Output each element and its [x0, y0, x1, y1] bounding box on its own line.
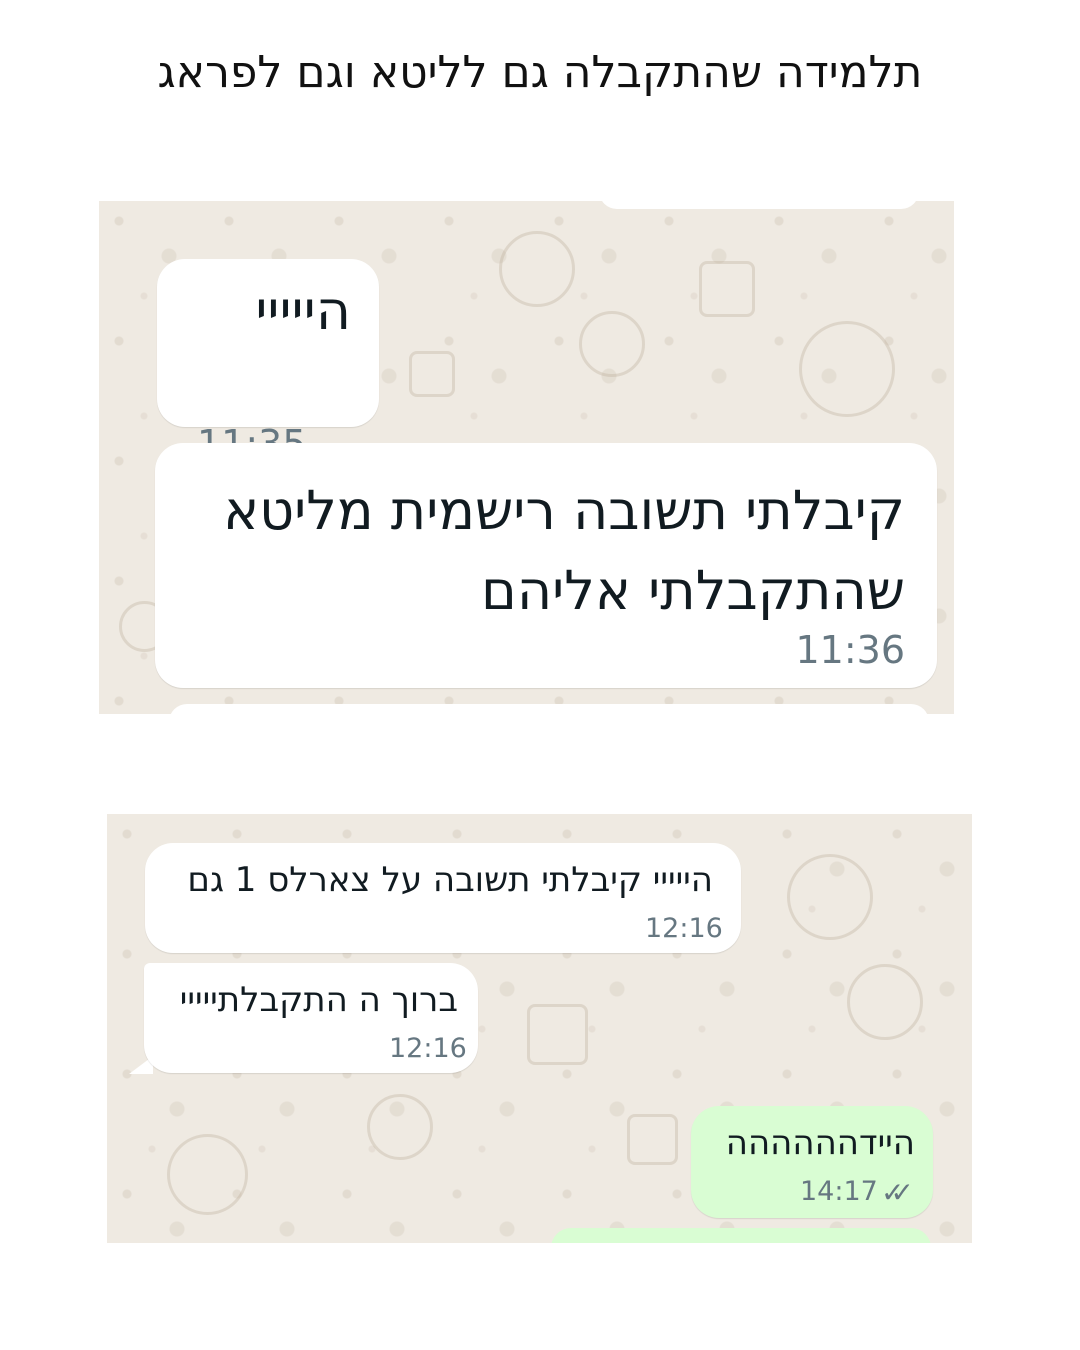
message-text: הייייי קיבלתי תשובה על צארלס 1 גם	[187, 860, 713, 900]
wallpaper-doodle	[527, 1004, 588, 1065]
message-text: קיבלתי תשובה רישמית מליטא שהתקבלתי אליהם	[223, 479, 905, 622]
next-message-bubble	[551, 1228, 931, 1243]
wallpaper-doodle	[367, 1094, 433, 1160]
wallpaper-doodle	[167, 1134, 248, 1215]
chat-screenshot-2: הייייי קיבלתי תשובה על צארלס 1 גם 12:16 …	[107, 814, 972, 1243]
message-text: הייייי	[255, 279, 351, 342]
wallpaper-doodle	[847, 964, 923, 1040]
wallpaper-doodle	[787, 854, 873, 940]
incoming-message[interactable]: קיבלתי תשובה רישמית מליטא שהתקבלתי אליהם…	[155, 443, 937, 688]
message-time: 12:16	[389, 1033, 467, 1064]
message-text: היידהההההה	[725, 1123, 915, 1163]
message-time: 14:17	[800, 1176, 878, 1207]
message-time: 11:36	[795, 628, 905, 672]
page-title: תלמידה שהתקבלה גם לליטא וגם לפראג	[157, 47, 923, 98]
wallpaper-doodle	[799, 321, 895, 417]
double-check-icon: ✓✓	[881, 1176, 914, 1209]
outgoing-message[interactable]: היידהההההה 14:17 ✓✓	[691, 1106, 933, 1218]
incoming-message[interactable]: ברוך ה התקבלתייייי 12:16	[144, 963, 478, 1073]
wallpaper-doodle	[699, 261, 755, 317]
wallpaper-doodle	[409, 351, 455, 397]
message-time: 12:16	[645, 913, 723, 944]
incoming-message[interactable]: הייייי 11:35	[157, 259, 379, 466]
wallpaper-doodle	[499, 231, 575, 307]
message-text: ברוך ה התקבלתייייי	[179, 980, 458, 1020]
wallpaper-doodle	[627, 1114, 678, 1165]
next-message-bubble	[169, 704, 929, 714]
wallpaper-doodle	[579, 311, 645, 377]
chat-screenshot-1: הייייי 11:35 קיבלתי תשובה רישמית מליטא ש…	[99, 201, 954, 714]
previous-message-bubble	[599, 201, 919, 209]
incoming-message[interactable]: הייייי קיבלתי תשובה על צארלס 1 גם 12:16	[145, 843, 741, 953]
